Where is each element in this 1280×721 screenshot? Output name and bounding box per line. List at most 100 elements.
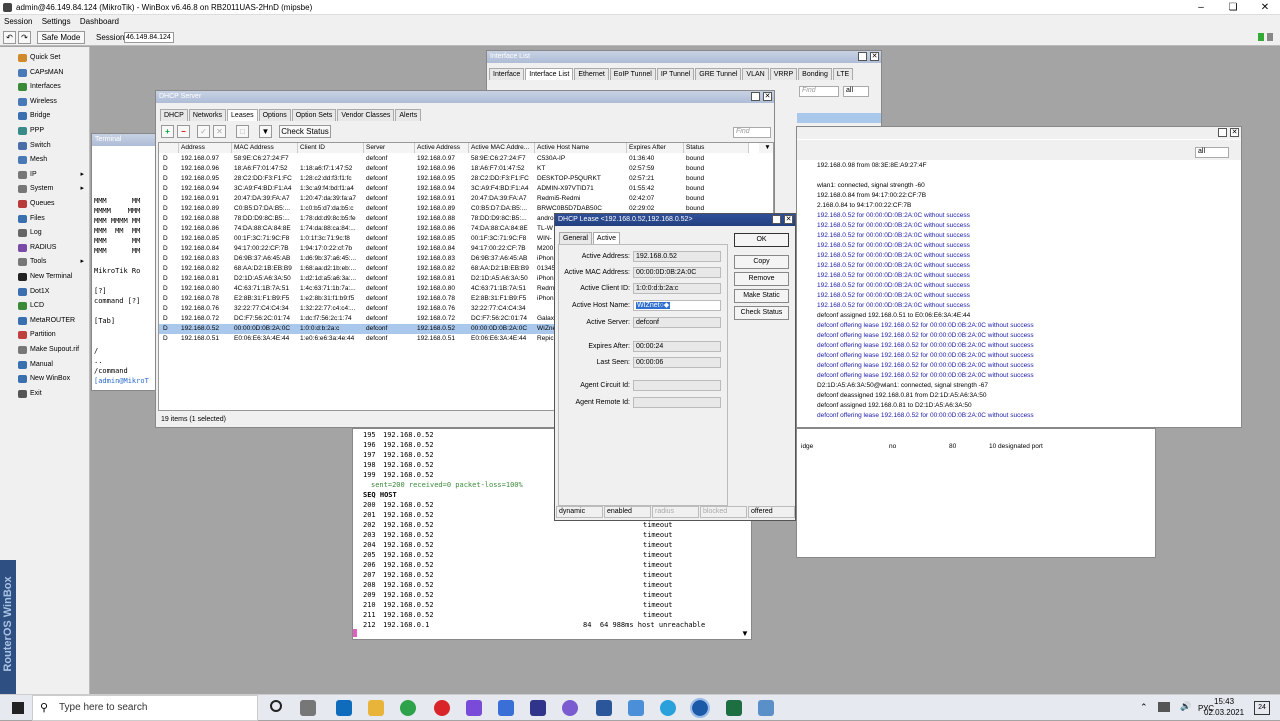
column-menu-icon[interactable]: ▼ <box>759 143 773 153</box>
field-expires-after[interactable]: 00:00:24 <box>633 341 721 352</box>
sidebar-item-radius[interactable]: RADIUS <box>0 241 90 255</box>
field-active-client-id[interactable]: 1:0:0:d:b:2a:c <box>633 283 721 294</box>
column-header-active-host-name[interactable]: Active Host Name <box>535 143 627 153</box>
disable-button[interactable]: ✕ <box>213 125 226 138</box>
tab-general[interactable]: General <box>559 232 592 244</box>
tab-lte[interactable]: LTE <box>832 68 854 80</box>
sidebar-item-wireless[interactable]: Wireless <box>0 95 90 109</box>
selected-row[interactable] <box>797 113 881 123</box>
sidebar-item-dot1x[interactable]: Dot1X <box>0 285 90 299</box>
app-icon-3[interactable] <box>628 700 644 716</box>
field-active-server[interactable]: defconf <box>633 317 721 328</box>
sidebar-item-tools[interactable]: Tools ▸ <box>0 255 90 269</box>
terminal-output[interactable]: MMM MM MMMM MMM MMM MMMM MM MMM MM MM MMM MM… <box>94 196 160 386</box>
sidebar-item-make-supout-rif[interactable]: Make Supout.rif <box>0 343 90 357</box>
opera-icon[interactable] <box>434 700 450 716</box>
telegram-icon[interactable] <box>660 700 676 716</box>
tab-options[interactable]: Options <box>258 109 291 121</box>
task-view-icon[interactable] <box>300 700 316 716</box>
excel-icon[interactable] <box>726 700 742 716</box>
column-header-address[interactable]: Address <box>179 143 232 153</box>
outlook-icon[interactable] <box>336 700 352 716</box>
redo-button[interactable]: ↷ <box>18 31 31 44</box>
sidebar-item-exit[interactable]: Exit <box>0 387 90 401</box>
viber-icon[interactable] <box>466 700 482 716</box>
maximize-button[interactable]: ❏ <box>1218 0 1248 15</box>
column-header-active-mac-addre-[interactable]: Active MAC Addre... <box>469 143 535 153</box>
tab-interface-list[interactable]: Interface List <box>525 68 574 80</box>
tab-ip-tunnel[interactable]: IP Tunnel <box>656 68 695 80</box>
app-icon-4[interactable] <box>758 700 774 716</box>
filter-select[interactable]: all <box>1195 147 1229 158</box>
menu-settings[interactable]: Settings <box>42 17 71 26</box>
sidebar-item-log[interactable]: Log <box>0 226 90 240</box>
remove-button[interactable]: Remove <box>734 272 789 286</box>
undo-button[interactable]: ↶ <box>3 31 16 44</box>
enable-button[interactable]: ✓ <box>197 125 210 138</box>
table-row[interactable]: D 192.168.0.95 28:C2:DD:F3:F1:FC 1:28:c2:dd… <box>159 174 773 184</box>
tab-interface[interactable]: Interface <box>489 68 525 80</box>
sidebar-item-quick-set[interactable]: Quick Set <box>0 51 90 65</box>
table-row[interactable]: D 192.168.0.96 18:A6:F7:01:47:52 1:18:a6:f7… <box>159 164 773 174</box>
sidebar-item-new-winbox[interactable]: New WinBox <box>0 372 90 386</box>
app-icon[interactable] <box>498 700 514 716</box>
tab-active[interactable]: Active <box>592 232 620 244</box>
sidebar-item-ip[interactable]: IP ▸ <box>0 168 90 182</box>
sidebar-item-new-terminal[interactable]: New Terminal <box>0 270 90 284</box>
network-icon[interactable] <box>1158 702 1170 712</box>
window-close-button[interactable]: ✕ <box>870 52 879 61</box>
sidebar-item-files[interactable]: Files <box>0 212 90 226</box>
viber-icon-2[interactable] <box>562 700 578 716</box>
column-header-server[interactable]: Server <box>364 143 415 153</box>
tab-leases[interactable]: Leases <box>227 109 258 121</box>
app-icon-2[interactable] <box>530 700 546 716</box>
tab-vendor-classes[interactable]: Vendor Classes <box>337 109 395 121</box>
window-close-button[interactable]: ✕ <box>784 215 793 224</box>
add-button[interactable]: + <box>161 125 174 138</box>
copy-button[interactable]: Copy <box>734 255 789 269</box>
window-close-button[interactable]: ✕ <box>763 92 772 101</box>
window-close-button[interactable]: ✕ <box>1230 128 1239 137</box>
winbox-task-icon[interactable] <box>690 698 710 718</box>
tab-alerts[interactable]: Alerts <box>395 109 422 121</box>
check-status-button[interactable]: Check Status <box>279 125 331 138</box>
window-restore-button[interactable] <box>751 92 760 101</box>
notification-icon[interactable]: 24 <box>1254 701 1270 715</box>
find-input[interactable]: Find <box>733 127 771 138</box>
session-field[interactable]: 46.149.84.124 <box>124 32 174 43</box>
column-header-mac-address[interactable]: MAC Address <box>232 143 298 153</box>
field-active-mac-address[interactable]: 00:00:0D:0B:2A:0C <box>633 267 721 278</box>
minimize-button[interactable]: – <box>1186 0 1216 15</box>
find-input[interactable]: Find <box>799 86 839 97</box>
comment-button[interactable]: □ <box>236 125 249 138</box>
menu-session[interactable]: Session <box>4 17 32 26</box>
menu-dashboard[interactable]: Dashboard <box>80 17 119 26</box>
windows-start-icon[interactable] <box>12 702 24 714</box>
sidebar-item-switch[interactable]: Switch <box>0 139 90 153</box>
tab-vlan[interactable]: VLAN <box>742 68 769 80</box>
window-restore-button[interactable] <box>858 52 867 61</box>
field-agent-circuit-id[interactable] <box>633 380 721 391</box>
sidebar-item-manual[interactable]: Manual <box>0 358 90 372</box>
word-icon[interactable] <box>596 700 612 716</box>
sidebar-item-metarouter[interactable]: MetaROUTER <box>0 314 90 328</box>
column-header-active-address[interactable]: Active Address <box>415 143 469 153</box>
sidebar-item-capsman[interactable]: CAPsMAN <box>0 66 90 80</box>
remove-button[interactable]: − <box>177 125 190 138</box>
make-static-button[interactable]: Make Static <box>734 289 789 303</box>
tab-eoip-tunnel[interactable]: EoIP Tunnel <box>609 68 656 80</box>
tray-chevron-icon[interactable]: ⌃ <box>1140 702 1148 713</box>
cortana-icon[interactable] <box>270 700 282 712</box>
column-header-status[interactable]: Status <box>684 143 749 153</box>
sidebar-item-ppp[interactable]: PPP <box>0 124 90 138</box>
check-status-button[interactable]: Check Status <box>734 306 789 320</box>
window-restore-button[interactable] <box>1218 128 1227 137</box>
sidebar-item-interfaces[interactable]: Interfaces <box>0 80 90 94</box>
sidebar-item-lcd[interactable]: LCD <box>0 299 90 313</box>
sidebar-item-bridge[interactable]: Bridge <box>0 109 90 123</box>
scroll-down-icon[interactable]: ▼ <box>741 629 749 638</box>
field-active-address[interactable]: 192.168.0.52 <box>633 251 721 262</box>
sidebar-item-queues[interactable]: Queues <box>0 197 90 211</box>
table-row[interactable]: D 192.168.0.94 3C:A9:F4:BD:F1:A4 1:3c:a9:f4… <box>159 184 773 194</box>
field-active-host-name[interactable]: WIZnet○◆ <box>633 300 721 311</box>
